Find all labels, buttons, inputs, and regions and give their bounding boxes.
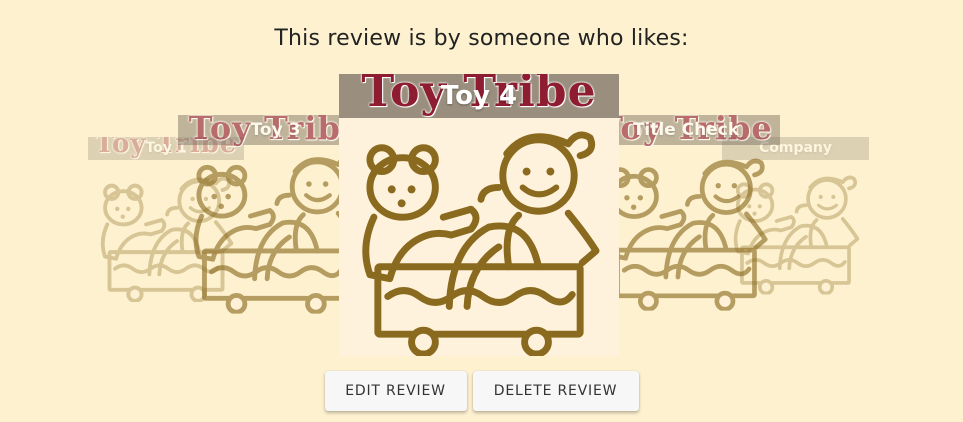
toy-wagon-icon: [339, 118, 619, 356]
page-heading: This review is by someone who likes:: [274, 26, 689, 51]
delete-review-button[interactable]: DELETE REVIEW: [472, 371, 639, 411]
card-title: Toy 4: [440, 81, 518, 111]
carousel-card-right[interactable]: Toy Tribe Title Check: [592, 115, 780, 315]
toy-wagon-icon: [592, 145, 780, 315]
card-title: Title Check: [632, 120, 740, 140]
edit-review-button[interactable]: EDIT REVIEW: [324, 371, 467, 411]
carousel-card-active[interactable]: Toy Tribe Toy 4: [339, 74, 619, 356]
review-actions: EDIT REVIEW DELETE REVIEW: [0, 371, 963, 411]
